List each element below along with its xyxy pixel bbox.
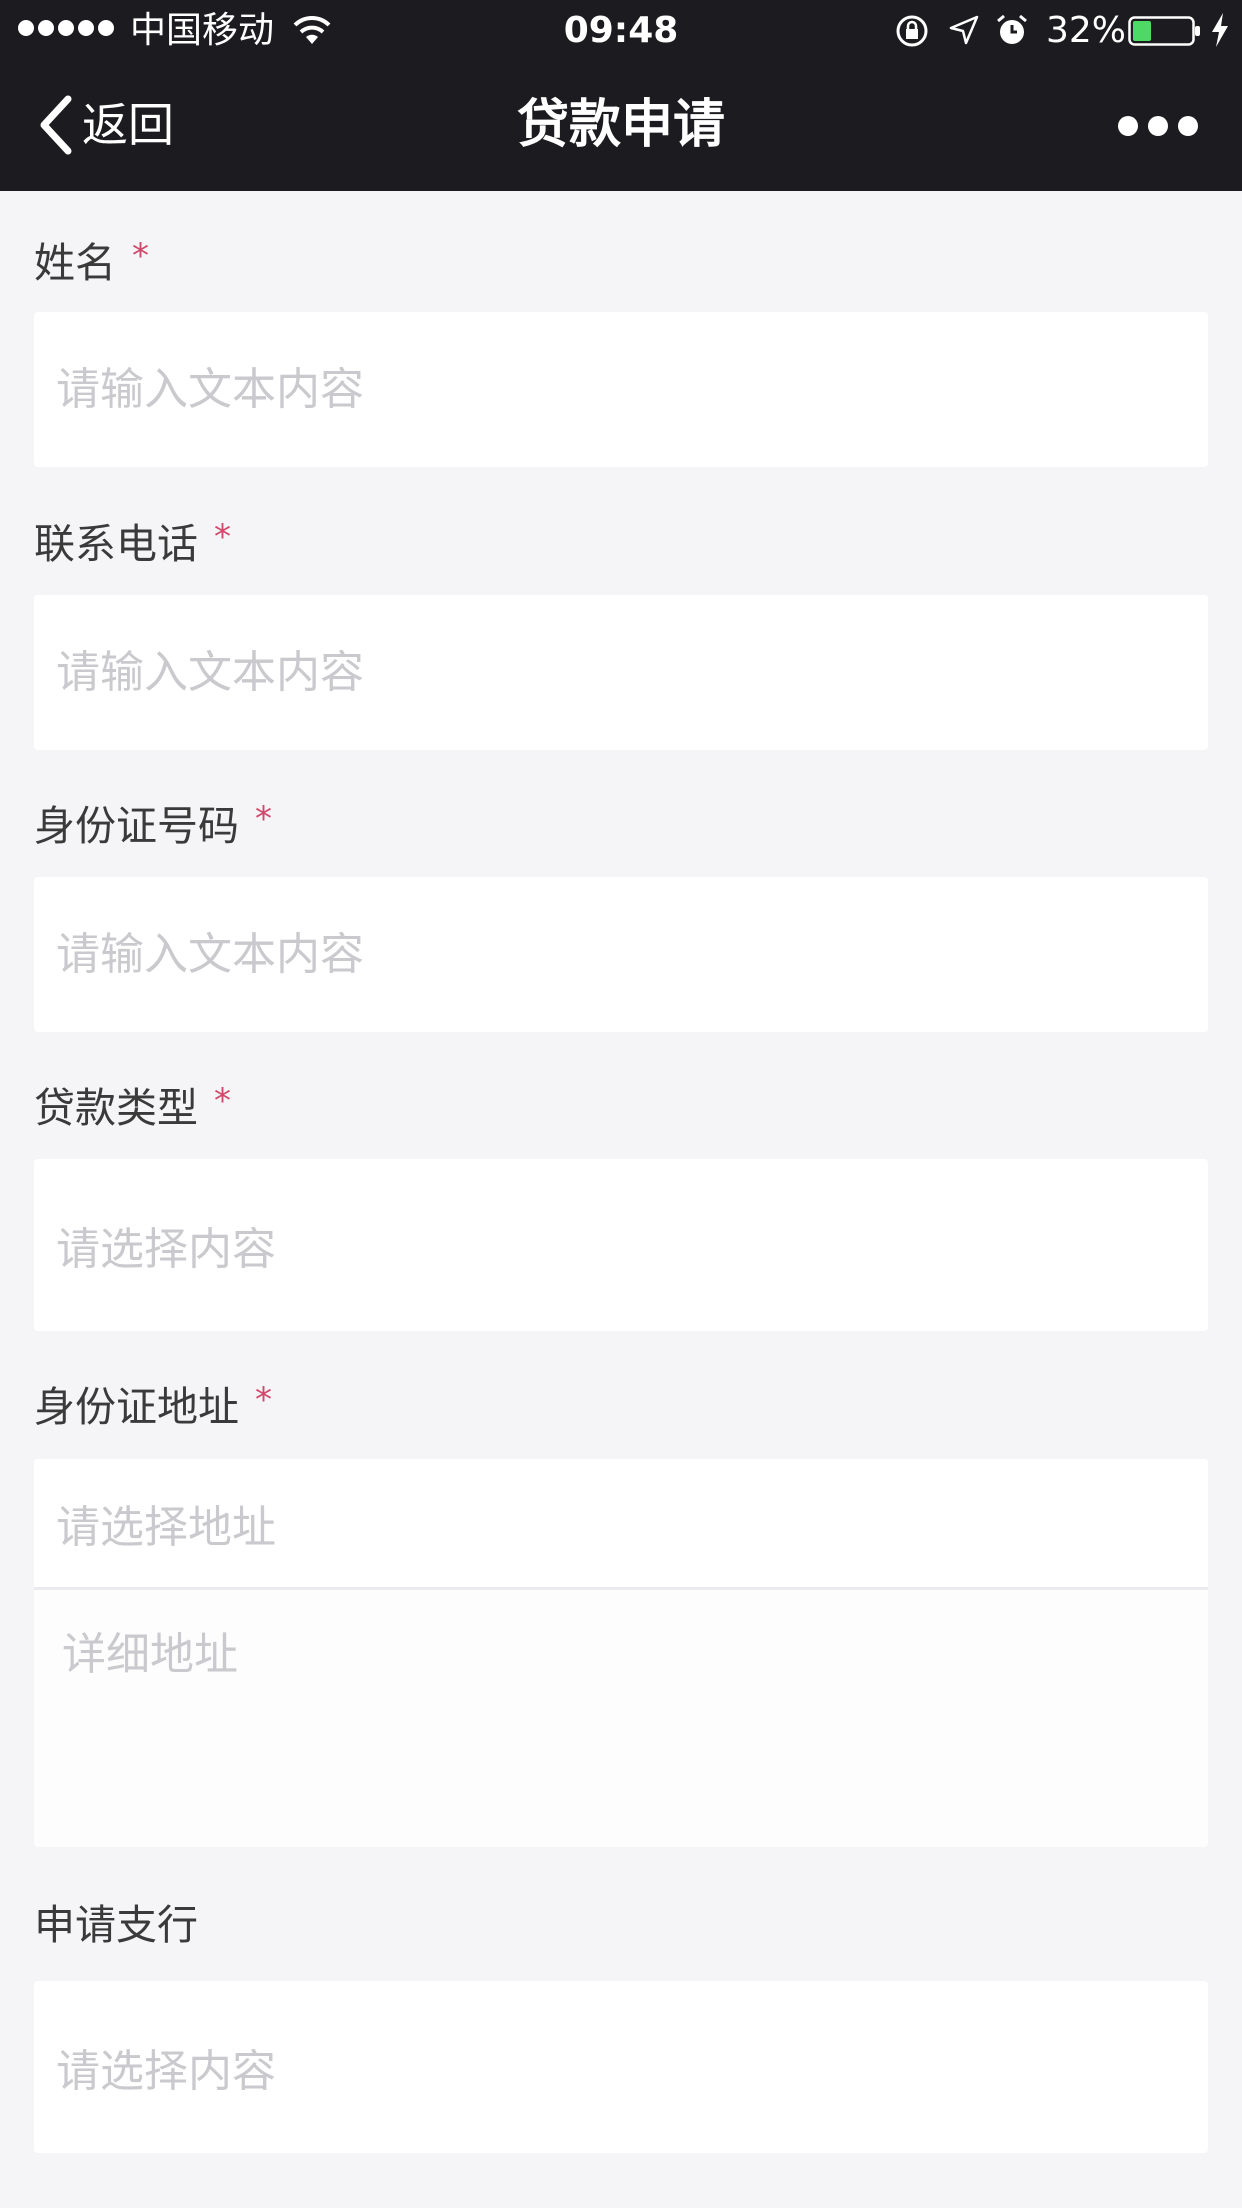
battery-icon [1128,16,1200,46]
name-input[interactable] [34,312,1208,467]
address-select-placeholder: 请选择地址 [56,1502,276,1553]
loan-type-placeholder: 请选择内容 [56,1224,276,1275]
name-label: 姓名 * [34,236,149,287]
charging-icon [1212,13,1228,47]
loan-type-select[interactable]: 请选择内容 [34,1159,1208,1331]
battery-percent: 32% [1046,10,1127,51]
id-address-label: 身份证地址 * [34,1380,272,1431]
rotation-lock-icon [896,15,928,47]
address-select[interactable]: 请选择地址 [34,1459,1208,1587]
required-mark: * [214,1081,231,1121]
loan-type-label: 贷款类型 * [34,1081,231,1132]
address-detail-box [34,1587,1208,1847]
alarm-icon [997,14,1027,44]
nav-bar: 返回 贷款申请 [0,62,1242,191]
required-mark: * [132,236,149,276]
branch-label: 申请支行 [34,1901,198,1949]
id-number-label: 身份证号码 * [34,799,272,850]
id-number-field-box [34,877,1208,1032]
address-detail-input[interactable] [34,1590,1208,1847]
phone-input[interactable] [34,595,1208,750]
phone-label: 联系电话 * [34,517,231,568]
location-icon [949,15,979,45]
required-mark: * [214,517,231,557]
branch-placeholder: 请选择内容 [56,2046,276,2097]
id-number-input[interactable] [34,877,1208,1032]
loan-application-page: 中国移动 09:48 32% 返回 贷款申请 姓名 * 请输入文本内容 联系电话… [0,0,1242,2208]
required-mark: * [255,1380,272,1420]
more-dots-icon[interactable] [1118,108,1198,144]
branch-select[interactable]: 请选择内容 [34,1981,1208,2153]
phone-field-box [34,595,1208,750]
page-title: 贷款申请 [516,95,725,155]
required-mark: * [255,799,272,839]
header: 中国移动 09:48 32% 返回 贷款申请 [0,0,1242,191]
name-field-box [34,312,1208,467]
status-bar: 中国移动 09:48 32% [0,0,1242,62]
